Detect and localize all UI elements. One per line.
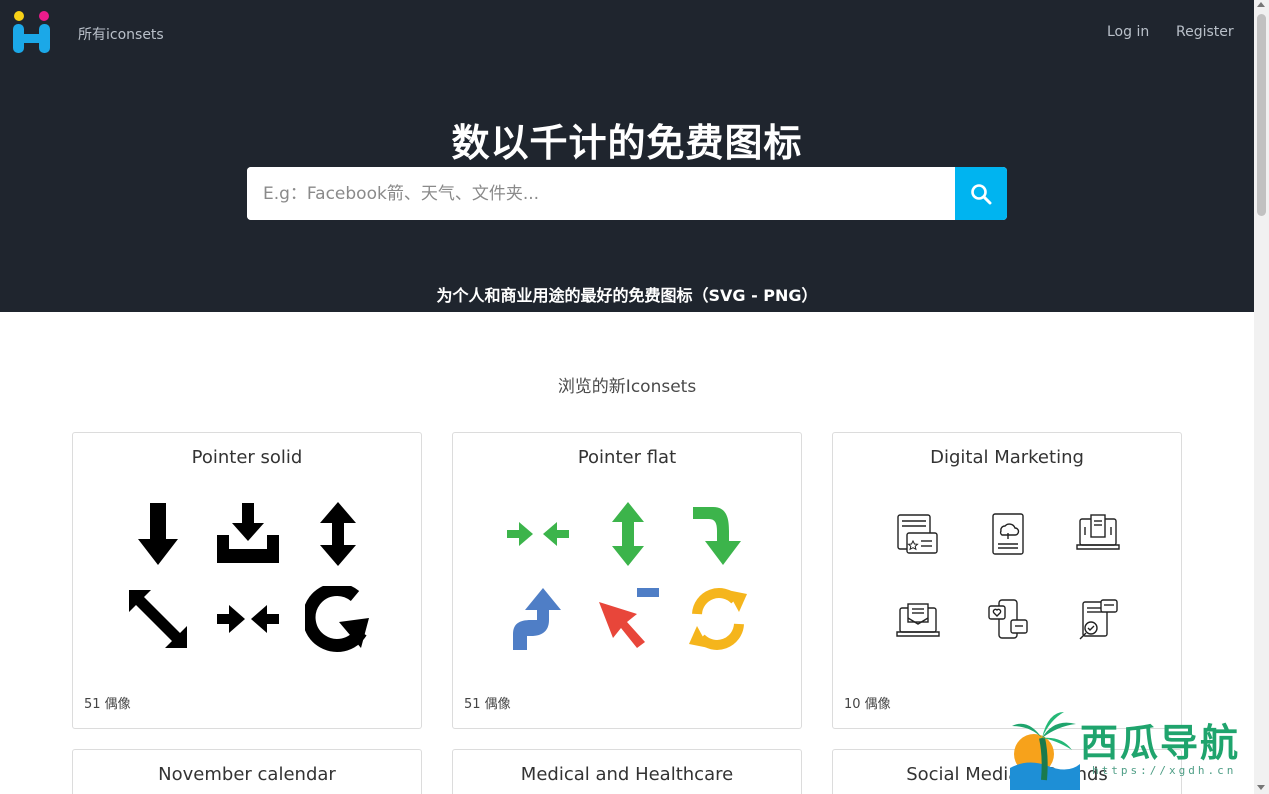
arrow-up-down-green-icon	[612, 501, 644, 566]
phone-social-icon	[988, 598, 1028, 639]
document-search-icon	[1079, 598, 1118, 639]
download-tray-icon	[217, 502, 279, 563]
iconset-card-pointer-flat[interactable]: Pointer flat 51 偶像	[452, 432, 802, 729]
watermark: 西瓜导航 https://xgdh.cn	[1008, 708, 1253, 794]
icon-count: 10 偶像	[844, 697, 891, 712]
nav-register[interactable]: Register	[1176, 24, 1234, 40]
hero-banner: 所有iconsets Log in Register 数以千计的免费图标 为个人…	[0, 0, 1254, 312]
arrows-inward-icon	[217, 604, 279, 633]
watermark-url: https://xgdh.cn	[1092, 764, 1237, 777]
card-title[interactable]: Pointer flat	[453, 447, 801, 468]
search-input[interactable]	[247, 167, 955, 220]
card-title[interactable]: Digital Marketing	[833, 447, 1181, 468]
newspaper-card-icon	[897, 513, 938, 554]
arrow-turn-down-green-icon	[693, 506, 741, 565]
section-title: 浏览的新Iconsets	[557, 377, 697, 397]
arrow-turn-up-blue-icon	[513, 587, 561, 650]
arrow-circular-g-icon	[305, 585, 369, 652]
palm-tree-icon	[1010, 712, 1080, 790]
hero-title: 数以千计的免费图标	[451, 121, 803, 165]
scroll-down-icon[interactable]	[1257, 785, 1265, 790]
nav-all-iconsets[interactable]: 所有iconsets	[78, 24, 164, 44]
arrow-up-down-icon	[320, 501, 356, 566]
iconset-card-medical-healthcare[interactable]: Medical and Healthcare	[452, 749, 802, 794]
icon-count: 51 偶像	[464, 697, 511, 712]
search-icon	[971, 183, 992, 204]
scroll-thumb[interactable]	[1257, 14, 1266, 216]
icon-preview-grid	[113, 491, 383, 661]
laptop-mail-icon	[896, 602, 940, 637]
icon-preview-grid	[493, 491, 763, 661]
search-button[interactable]	[955, 167, 1007, 220]
iconset-card-november-calendar[interactable]: November calendar	[72, 749, 422, 794]
icon-count: 51 偶像	[84, 697, 131, 712]
arrow-diagonal-icon	[129, 589, 187, 648]
watermark-text: 西瓜导航	[1080, 720, 1241, 765]
laptop-document-icon	[1076, 513, 1120, 550]
arrows-inward-green-icon	[507, 521, 569, 546]
document-cloud-icon	[992, 512, 1024, 555]
refresh-yellow-icon	[689, 587, 747, 650]
iconset-card-digital-marketing[interactable]: Digital Marketing 10 偶像	[832, 432, 1182, 729]
card-title[interactable]: Medical and Healthcare	[453, 764, 801, 785]
arrow-down-icon	[138, 502, 178, 565]
card-title[interactable]: Pointer solid	[73, 447, 421, 468]
icon-preview-grid	[873, 491, 1143, 661]
nav-login[interactable]: Log in	[1107, 24, 1149, 40]
scroll-up-icon[interactable]	[1257, 2, 1265, 7]
hero-subtitle: 为个人和商业用途的最好的免费图标（SVG - PNG）	[436, 286, 818, 305]
iconset-card-pointer-solid[interactable]: Pointer solid 51 偶像	[72, 432, 422, 729]
cursor-red-icon	[599, 587, 659, 648]
logo-icon[interactable]	[12, 10, 52, 54]
page-scrollbar[interactable]	[1254, 0, 1269, 794]
card-title[interactable]: November calendar	[73, 764, 421, 785]
search-bar	[247, 167, 1007, 220]
